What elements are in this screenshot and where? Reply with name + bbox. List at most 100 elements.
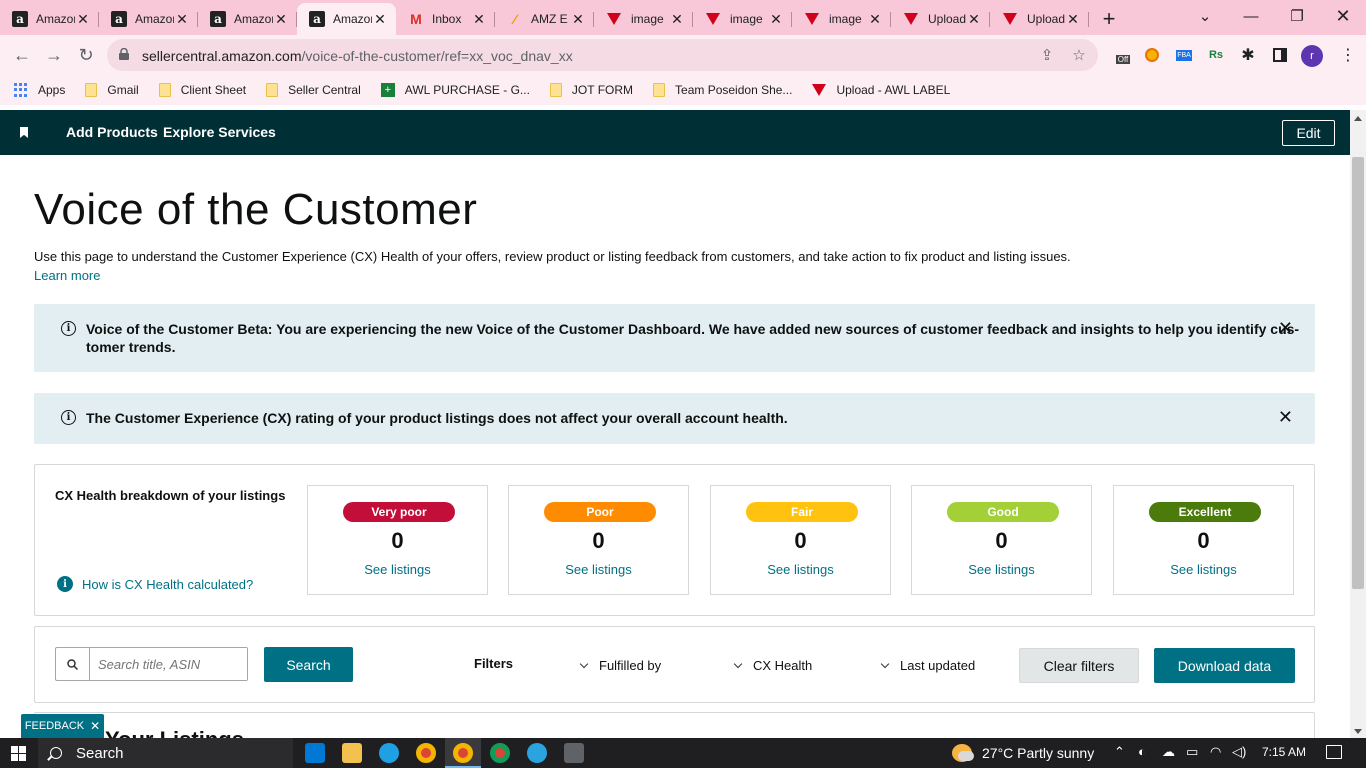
last-updated-dropdown[interactable]: Last updated	[880, 658, 975, 673]
red-triangle-icon	[706, 13, 720, 25]
bookmark-icon[interactable]	[20, 127, 28, 138]
close-tab-icon[interactable]: ✕	[570, 11, 586, 28]
share-icon[interactable]: ⇪	[1038, 46, 1056, 64]
clear-filters-button[interactable]: Clear filters	[1019, 648, 1139, 683]
avatar[interactable]: r	[1301, 45, 1323, 67]
browser-tab-active[interactable]: aAmazon✕	[297, 3, 396, 35]
bookmark-jot-form[interactable]: JOT FORM	[549, 83, 633, 97]
see-listings-link[interactable]: See listings	[912, 562, 1091, 577]
forward-icon[interactable]: →	[42, 43, 66, 67]
info-icon: i	[61, 410, 76, 425]
folder-icon	[85, 83, 98, 97]
close-tab-icon[interactable]: ✕	[966, 11, 982, 28]
windows-start-icon[interactable]	[11, 746, 26, 761]
feedback-button[interactable]: FEEDBACK ✕	[21, 714, 104, 738]
how-cx-calculated-link[interactable]: i How is CX Health calculated?	[57, 576, 253, 592]
side-panel-icon[interactable]	[1270, 45, 1290, 65]
new-tab-button[interactable]: +	[1089, 3, 1129, 35]
browser-tab[interactable]: aAmazon✕	[99, 3, 198, 35]
weather-widget[interactable]: 27°C Partly sunny	[952, 744, 1094, 762]
bookmark-gmail[interactable]: Gmail	[85, 83, 139, 97]
bookmark-team-poseidon[interactable]: Team Poseidon She...	[653, 83, 792, 97]
cloud-icon[interactable]: ☁	[1162, 744, 1175, 760]
close-tab-icon[interactable]: ✕	[174, 11, 190, 28]
bookmark-client-sheet[interactable]: Client Sheet	[158, 83, 246, 97]
close-tab-icon[interactable]: ✕	[273, 11, 289, 28]
close-tab-icon[interactable]: ✕	[669, 11, 685, 28]
battery-icon[interactable]: ▭	[1186, 744, 1198, 760]
clock[interactable]: 7:15 AM	[1262, 745, 1306, 759]
learn-more-link[interactable]: Learn more	[34, 268, 100, 283]
close-tab-icon[interactable]: ✕	[1065, 11, 1081, 28]
browser-tab[interactable]: ⁄ AMZ E ✕	[495, 3, 594, 35]
file-explorer-icon[interactable]	[342, 743, 362, 763]
browser-tab[interactable]: Upload ✕	[990, 3, 1089, 35]
browser-tab[interactable]: image ✕	[693, 3, 792, 35]
chevron-up-icon[interactable]: ⌃	[1114, 744, 1125, 760]
close-tab-icon[interactable]: ✕	[372, 11, 388, 28]
page-scrollbar[interactable]	[1350, 110, 1366, 738]
extension-circle-icon[interactable]	[1142, 45, 1162, 65]
browser-tab[interactable]: image ✕	[792, 3, 891, 35]
edit-button[interactable]: Edit	[1282, 120, 1335, 146]
close-tab-icon[interactable]: ✕	[75, 11, 91, 28]
restore-icon[interactable]: ❐	[1274, 0, 1320, 32]
nav-add-products[interactable]: Add Products	[66, 124, 158, 140]
close-icon[interactable]: ✕	[1278, 318, 1293, 339]
taskbar-search[interactable]: Search	[38, 738, 293, 768]
tab-search-icon[interactable]: ⌄	[1182, 0, 1228, 32]
edge-icon[interactable]	[379, 743, 399, 763]
scrollbar-thumb[interactable]	[1352, 157, 1364, 589]
partly-sunny-icon	[952, 744, 974, 762]
chrome-icon[interactable]	[490, 743, 510, 763]
extension-rs-icon[interactable]: Rs	[1206, 45, 1226, 65]
browser-tab[interactable]: M Inbox ✕	[396, 3, 495, 35]
browser-tab[interactable]: Upload ✕	[891, 3, 990, 35]
taskview-icon[interactable]	[305, 743, 325, 763]
browser-tab[interactable]: aAmazon✕	[198, 3, 297, 35]
scroll-up-icon[interactable]	[1354, 116, 1362, 121]
address-bar[interactable]: sellercentral.amazon.com/voice-of-the-cu…	[107, 39, 1098, 71]
minimize-icon[interactable]: —	[1228, 0, 1274, 32]
fulfilled-by-dropdown[interactable]: Fulfilled by	[579, 658, 661, 673]
reload-icon[interactable]: ↻	[74, 43, 98, 67]
close-tab-icon[interactable]: ✕	[471, 11, 487, 28]
close-window-icon[interactable]: ✕	[1320, 0, 1366, 32]
bookmark-seller-central[interactable]: Seller Central	[266, 83, 361, 97]
search-input[interactable]	[90, 648, 247, 680]
cx-card-poor: Poor 0 See listings	[508, 485, 689, 595]
chrome-icon[interactable]	[453, 743, 473, 763]
see-listings-link[interactable]: See listings	[509, 562, 688, 577]
puzzle-icon[interactable]: ✱	[1238, 45, 1258, 65]
browser-tab[interactable]: aAmazon✕	[0, 3, 99, 35]
close-tab-icon[interactable]: ✕	[768, 11, 784, 28]
telegram-icon[interactable]	[527, 743, 547, 763]
bookmark-star-icon[interactable]: ☆	[1070, 46, 1088, 64]
see-listings-link[interactable]: See listings	[1114, 562, 1293, 577]
close-tab-icon[interactable]: ✕	[867, 11, 883, 28]
scroll-down-icon[interactable]	[1354, 729, 1362, 734]
calculator-icon[interactable]	[564, 743, 584, 763]
back-icon[interactable]: ←	[10, 43, 34, 67]
see-listings-link[interactable]: See listings	[308, 562, 487, 577]
extension-fba-icon[interactable]: FBA	[1174, 45, 1194, 65]
volume-icon[interactable]: ◁)	[1232, 744, 1246, 760]
meet-now-icon[interactable]: ◐	[1138, 744, 1146, 759]
alert-cx-text: The Customer Experience (CX) rating of y…	[86, 410, 788, 426]
menu-dots-icon[interactable]: ⋮	[1338, 45, 1358, 65]
browser-tab[interactable]: image ✕	[594, 3, 693, 35]
search-button[interactable]: Search	[264, 647, 353, 682]
notification-icon[interactable]	[1326, 745, 1342, 759]
cx-health-dropdown[interactable]: CX Health	[733, 658, 812, 673]
close-icon[interactable]: ✕	[90, 719, 100, 733]
nav-explore-services[interactable]: Explore Services	[163, 124, 276, 140]
bookmark-upload-awl[interactable]: Upload - AWL LABEL	[812, 83, 950, 97]
chrome-icon[interactable]	[416, 743, 436, 763]
extension-off-icon[interactable]: Off	[1113, 45, 1133, 65]
see-listings-link[interactable]: See listings	[711, 562, 890, 577]
close-icon[interactable]: ✕	[1278, 407, 1293, 428]
bookmark-awl-purchase[interactable]: + AWL PURCHASE - G...	[380, 83, 530, 97]
bookmark-apps[interactable]: Apps	[14, 83, 65, 97]
download-data-button[interactable]: Download data	[1154, 648, 1295, 683]
wifi-icon[interactable]: ◠	[1210, 744, 1221, 760]
